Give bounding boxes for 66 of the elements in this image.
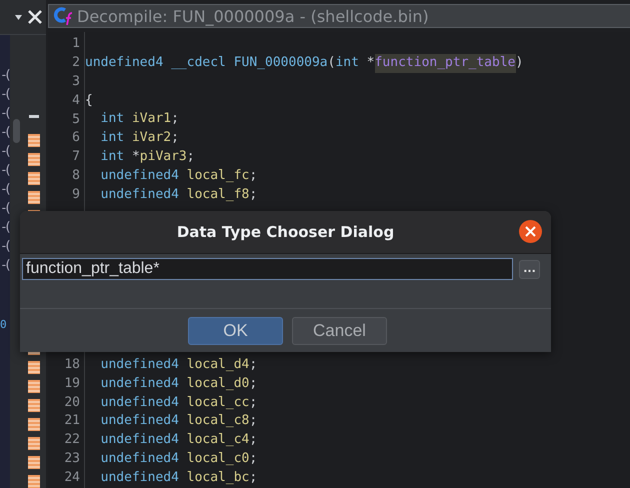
line-number: 3 — [72, 72, 80, 91]
code-line: undefined4 local_d0; — [100, 374, 258, 393]
code-line: undefined4 local_f8; — [100, 186, 258, 204]
line-number: 21 — [64, 412, 80, 430]
code-line: undefined4 local_c0; — [100, 450, 258, 468]
scroll-marker-icon — [28, 418, 40, 432]
code-line: int *piVar3; — [100, 148, 196, 166]
line-number: 8 — [72, 167, 80, 186]
listing-text-fragment: -( — [0, 257, 9, 275]
listing-text-fragment: 0 — [0, 317, 8, 333]
decompile-icon — [53, 6, 73, 26]
code-line: undefined4 __cdecl FUN_0000009a(int *function_ptr_table) — [85, 54, 630, 73]
line-number: 4 — [72, 92, 80, 110]
panel-title: Decompile: FUN_0000009a - (shellcode.bin) — [77, 6, 429, 26]
line-number: 23 — [64, 450, 80, 468]
code-line: undefined4 local_bc; — [100, 469, 258, 488]
line-number: 7 — [72, 148, 80, 166]
cancel-button[interactable]: Cancel — [292, 316, 387, 344]
marker-dash-icon — [28, 115, 38, 118]
line-number: 1 — [72, 35, 80, 53]
ok-button[interactable]: OK — [188, 316, 283, 344]
scroll-marker-icon — [28, 474, 40, 488]
close-button[interactable] — [519, 220, 542, 243]
scroll-marker-icon — [28, 361, 40, 374]
line-number: 24 — [64, 469, 80, 488]
line-number: 19 — [64, 374, 80, 393]
listing-text-fragment: -( — [0, 124, 9, 142]
code-line: undefined4 local_c8; — [100, 412, 258, 430]
listing-text-fragment: -( — [0, 143, 9, 161]
scroll-marker-icon — [28, 437, 40, 450]
code-line: undefined4 local_cc; — [100, 394, 258, 412]
code-line: undefined4 local_fc; — [100, 167, 258, 186]
listing-text-fragment: -( — [0, 67, 9, 85]
scroll-marker-icon — [28, 172, 40, 185]
scroll-thumb[interactable] — [13, 119, 20, 143]
listing-text-fragment: -( — [0, 200, 9, 218]
code-line: { — [85, 92, 94, 110]
caret-icon[interactable] — [15, 14, 22, 20]
scroll-marker-icon — [28, 134, 40, 147]
listing-text-fragment: -( — [0, 162, 9, 180]
browse-button[interactable]: ... — [519, 260, 540, 278]
line-number: 9 — [72, 186, 80, 204]
listing-text-fragment: -( — [0, 238, 9, 256]
code-line: int iVar2; — [100, 129, 180, 148]
line-number: 18 — [64, 356, 80, 374]
scroll-marker-icon — [28, 190, 40, 204]
listing-text-fragment: -( — [0, 181, 9, 199]
code-line: undefined4 local_c4; — [100, 431, 258, 450]
listing-text-fragment: -( — [0, 219, 9, 237]
close-icon — [525, 226, 536, 237]
scroll-marker-icon — [28, 152, 40, 166]
line-number: 5 — [72, 110, 80, 129]
line-number: 6 — [72, 129, 80, 148]
scroll-marker-icon — [28, 456, 40, 469]
close-icon[interactable] — [28, 10, 42, 24]
code-line: undefined4 local_d4; — [100, 356, 258, 374]
data-type-field[interactable]: function_ptr_table* — [22, 258, 513, 280]
dialog-title: Data Type Chooser Dialog — [176, 223, 394, 241]
listing-text-fragment: -( — [0, 86, 9, 104]
scroll-marker-icon — [28, 399, 40, 412]
line-number: 20 — [64, 394, 80, 412]
scroll-marker-icon — [28, 380, 40, 394]
code-line: int iVar1; — [100, 110, 180, 128]
line-number: 2 — [72, 54, 80, 72]
line-number: 22 — [64, 431, 80, 450]
listing-text-fragment: -( — [0, 105, 9, 123]
